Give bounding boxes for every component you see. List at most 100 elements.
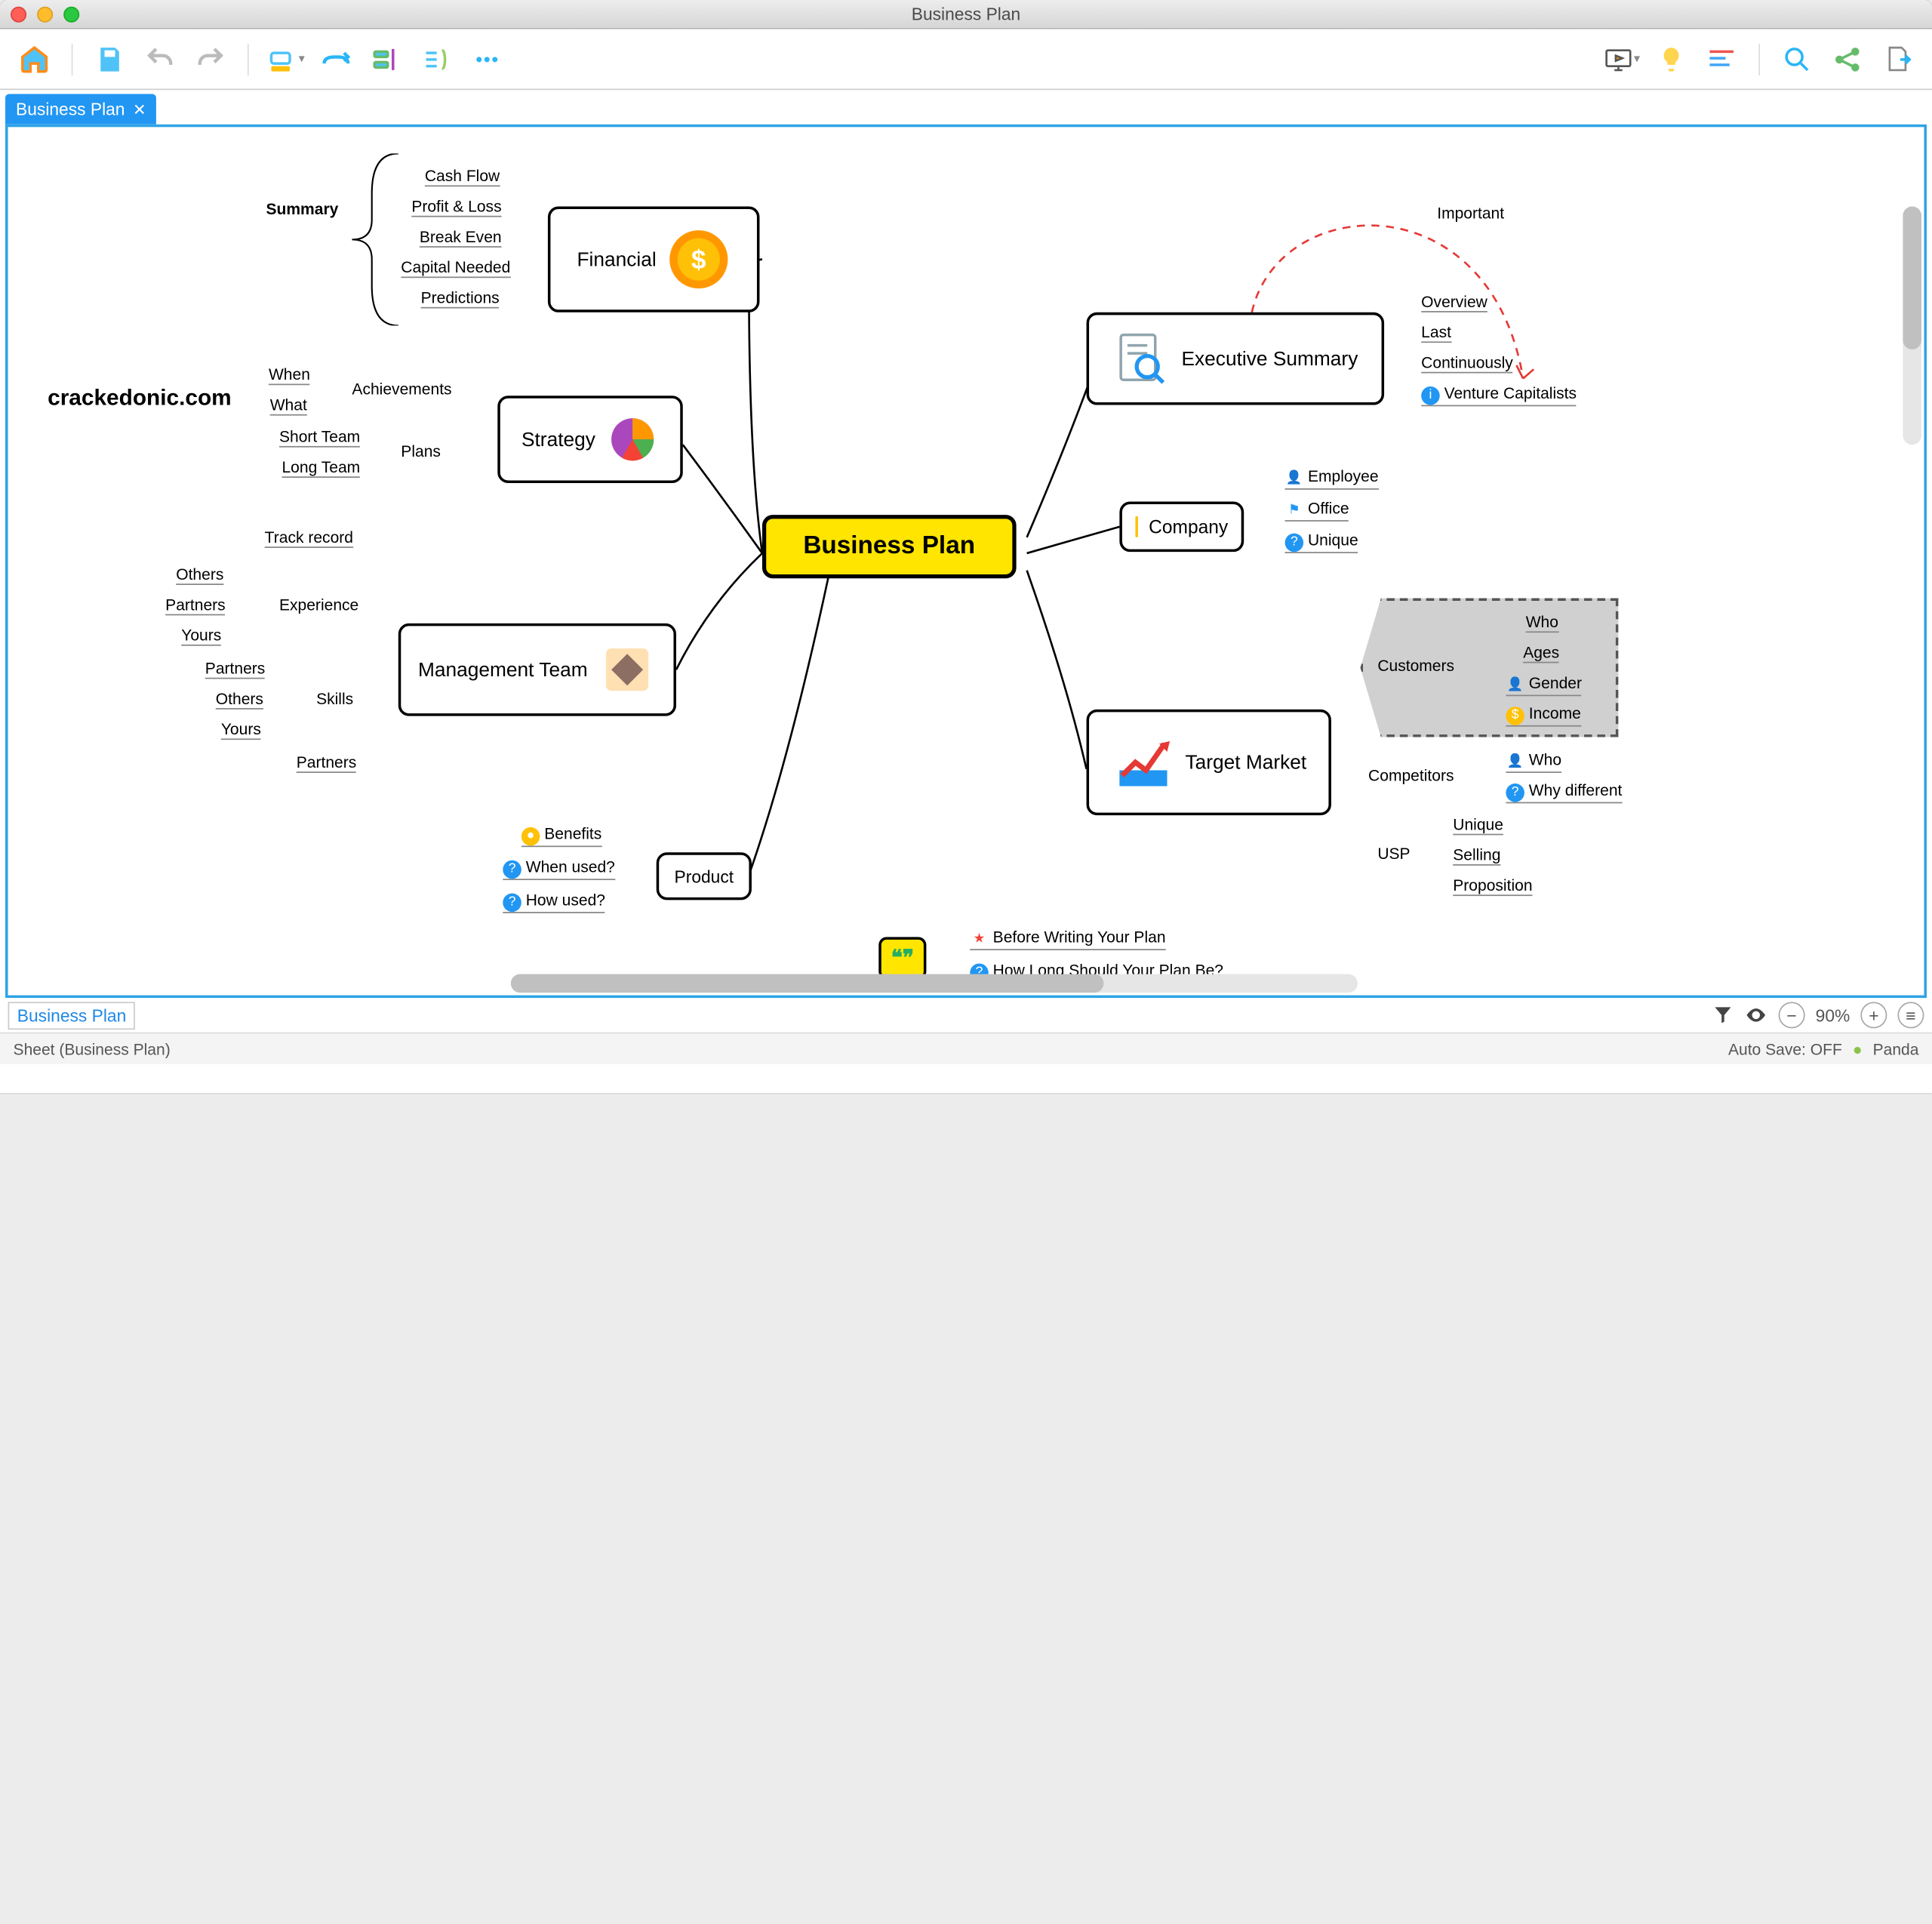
canvas-area[interactable]: crackedonic.com Summary Financial $ Cash… — [5, 125, 1927, 998]
close-tab-icon[interactable]: ✕ — [133, 100, 146, 119]
node-floating-quote[interactable]: ❝❞ — [878, 937, 926, 979]
more-button[interactable] — [466, 38, 508, 80]
watermark-text: crackedonic.com — [48, 385, 232, 411]
leaf[interactable]: i Venture Capitalists — [1421, 383, 1577, 405]
leaf[interactable]: Partners — [205, 659, 266, 679]
leaf[interactable]: Yours — [221, 720, 261, 740]
leaf[interactable]: Continuously — [1421, 353, 1513, 373]
sheet-bar: Business Plan − 90% + ≡ — [0, 998, 1932, 1033]
brainstorm-button[interactable] — [1651, 38, 1693, 80]
group-label[interactable]: Skills — [316, 690, 353, 709]
boundary-button[interactable] — [365, 38, 408, 80]
leaf[interactable]: ? Why different — [1506, 781, 1622, 803]
leaf[interactable]: Short Team — [279, 427, 360, 447]
leaf[interactable]: Partners — [297, 753, 357, 773]
save-button[interactable] — [88, 38, 131, 80]
node-strategy[interactable]: Strategy — [497, 396, 682, 483]
search-button[interactable] — [1776, 38, 1818, 80]
document-tab[interactable]: Business Plan ✕ — [5, 94, 157, 124]
group-label[interactable]: Experience — [279, 596, 358, 614]
leaf[interactable]: Yours — [181, 626, 221, 645]
leaf[interactable]: What — [270, 396, 307, 415]
vertical-scrollbar[interactable] — [1903, 207, 1921, 445]
leaf[interactable]: Overview — [1421, 293, 1487, 312]
node-label: Strategy — [521, 428, 595, 451]
horizontal-scrollbar[interactable] — [511, 974, 1358, 993]
leaf[interactable]: When — [269, 365, 310, 385]
leaf[interactable]: ? How used? — [503, 891, 605, 913]
filter-icon[interactable] — [1712, 1005, 1734, 1026]
home-button[interactable] — [14, 38, 56, 80]
info-marker-icon: i — [1421, 386, 1440, 405]
node-label: Management Team — [418, 658, 588, 681]
leaf[interactable]: Unique — [1453, 815, 1503, 835]
node-management[interactable]: Management Team — [398, 623, 676, 716]
group-label[interactable]: Customers — [1377, 657, 1454, 676]
relationship-button[interactable] — [315, 38, 357, 80]
hands-icon — [598, 641, 657, 699]
person-marker-icon: 👤 — [1506, 753, 1524, 771]
node-company[interactable]: Company — [1119, 502, 1244, 553]
leaf[interactable]: Partners — [165, 596, 226, 615]
node-label: Company — [1149, 516, 1228, 537]
window-title: Business Plan — [0, 4, 1932, 23]
leaf[interactable]: Others — [216, 690, 263, 710]
leaf[interactable]: Proposition — [1453, 876, 1532, 896]
leaf[interactable]: ● Benefits — [521, 824, 601, 846]
question-marker-icon: ? — [1285, 533, 1304, 552]
group-label[interactable]: Plans — [401, 442, 441, 461]
node-central[interactable]: Business Plan — [762, 515, 1016, 578]
export-button[interactable] — [1876, 38, 1918, 80]
zoom-out-button[interactable]: − — [1779, 1002, 1805, 1028]
leaf[interactable]: Ages — [1523, 643, 1559, 663]
share-button[interactable] — [1826, 38, 1869, 80]
leaf[interactable]: Long Team — [281, 458, 360, 478]
node-exec-summary[interactable]: Executive Summary — [1087, 312, 1385, 405]
leaf[interactable]: Others — [176, 565, 223, 585]
zoom-in-button[interactable]: + — [1860, 1002, 1887, 1028]
group-label[interactable]: Achievements — [352, 380, 451, 399]
leaf[interactable]: 👤 Employee — [1285, 467, 1379, 489]
leaf[interactable]: Track record — [265, 528, 353, 548]
coin-marker-icon: ● — [521, 827, 540, 845]
leaf[interactable]: Who — [1526, 613, 1558, 633]
leaf[interactable]: Last — [1421, 323, 1451, 343]
leaf[interactable]: ? When used? — [503, 857, 615, 879]
gantt-button[interactable] — [1700, 38, 1743, 80]
sheet-tab[interactable]: Business Plan — [8, 1001, 136, 1029]
leaf[interactable]: Break Even — [420, 228, 502, 248]
group-label[interactable]: USP — [1377, 845, 1410, 863]
group-label[interactable]: Competitors — [1368, 766, 1454, 785]
central-label: Business Plan — [803, 532, 975, 562]
summary-brace-icon — [352, 153, 405, 325]
presentation-button[interactable]: ▾ — [1600, 38, 1642, 80]
node-financial[interactable]: Financial $ — [548, 207, 760, 312]
zoom-fit-button[interactable]: ≡ — [1897, 1002, 1924, 1028]
leaf[interactable]: Selling — [1453, 845, 1500, 865]
star-marker-icon: ★ — [970, 930, 989, 949]
coin-marker-icon: $ — [1506, 706, 1524, 725]
document-tabbar: Business Plan ✕ — [0, 90, 1932, 125]
company-marker-icon — [1135, 516, 1138, 537]
leaf[interactable]: 👤 Who — [1506, 750, 1561, 772]
topic-button[interactable]: ▾ — [265, 38, 307, 80]
leaf[interactable]: Predictions — [421, 288, 500, 308]
leaf[interactable]: Cash Flow — [425, 167, 500, 186]
leaf[interactable]: Capital Needed — [401, 258, 510, 278]
leaf[interactable]: ? Unique — [1285, 531, 1358, 553]
leaf[interactable]: Profit & Loss — [411, 197, 501, 217]
flag-marker-icon: ⚑ — [1285, 501, 1304, 520]
pie-chart-icon — [606, 413, 659, 466]
leaf[interactable]: 👤 Gender — [1506, 673, 1582, 695]
redo-button[interactable] — [189, 38, 232, 80]
summary-button[interactable] — [416, 38, 458, 80]
leaf[interactable]: $ Income — [1506, 704, 1580, 726]
node-product[interactable]: Product — [657, 852, 752, 900]
undo-button[interactable] — [139, 38, 181, 80]
leaf[interactable]: ⚑ Office — [1285, 499, 1349, 521]
person-marker-icon: 👤 — [1285, 469, 1304, 488]
node-label: Target Market — [1185, 751, 1306, 774]
eye-icon[interactable] — [1744, 1003, 1768, 1027]
leaf[interactable]: ★ Before Writing Your Plan — [970, 928, 1165, 950]
node-target-market[interactable]: Target Market — [1087, 710, 1331, 815]
